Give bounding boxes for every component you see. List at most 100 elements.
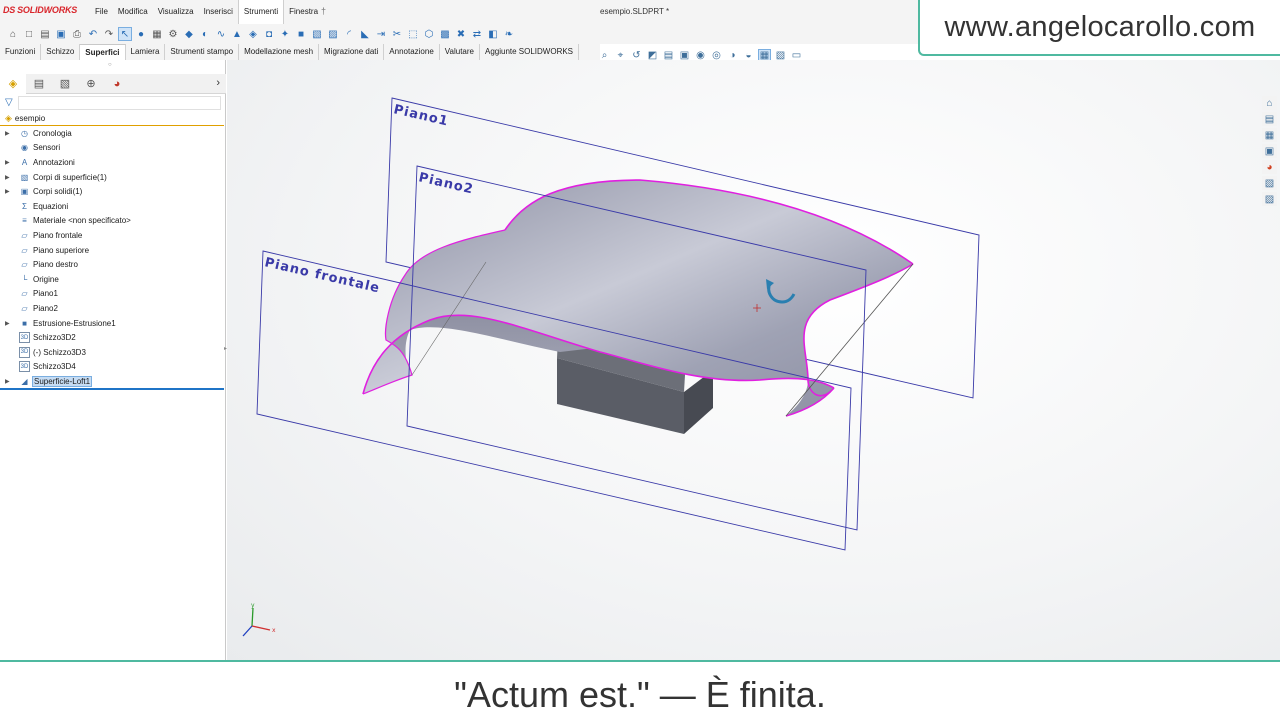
ruled-surface-icon[interactable]: ▨ (326, 27, 340, 41)
tree-item[interactable]: ≡ Materiale <non specificato> (0, 214, 224, 229)
file-properties-icon[interactable]: ▦ (150, 27, 164, 41)
tree-item[interactable]: ▱ Piano destro (0, 257, 224, 272)
tree-item-label: Corpi di superficie(1) (33, 172, 107, 182)
pin-icon[interactable]: † (321, 6, 331, 16)
tab-migrazione-dati[interactable]: Migrazione dati (319, 44, 385, 60)
knit-surface-icon[interactable]: ⬡ (422, 27, 436, 41)
freeform-icon[interactable]: ✦ (278, 27, 292, 41)
delete-face-icon[interactable]: ✖ (454, 27, 468, 41)
menu-strumenti[interactable]: Strumenti (237, 0, 285, 24)
design-library-icon[interactable]: ▤ (1262, 112, 1277, 126)
tab-schizzo[interactable]: Schizzo (41, 44, 81, 60)
solidworks-logo[interactable]: DS SOLIDWORKS (3, 5, 77, 15)
rollback-bar[interactable] (0, 388, 224, 390)
expand-arrow-icon[interactable]: ▶ (5, 174, 13, 181)
revolved-surface-icon[interactable]: ◐ (198, 27, 212, 41)
filter-input[interactable] (18, 96, 221, 110)
tab-aggiunte-solidworks[interactable]: Aggiunte SOLIDWORKS (480, 44, 580, 60)
print-icon[interactable]: ⎙ (70, 27, 84, 41)
expand-arrow-icon[interactable]: ▶ (5, 130, 13, 137)
tab-valutare[interactable]: Valutare (440, 44, 480, 60)
untrim-surface-icon[interactable]: ⬚ (406, 27, 420, 41)
tree-item[interactable]: 3D Schizzo3D2 (0, 330, 224, 345)
select-icon[interactable]: ↖ (118, 27, 132, 41)
expand-arrow-icon[interactable]: ▶ (5, 320, 13, 327)
extend-surface-icon[interactable]: ⇥ (374, 27, 388, 41)
tree-item[interactable]: ▶ ■ Estrusione-Estrusione1 (0, 316, 224, 331)
custom-properties-icon[interactable]: ▧ (1262, 176, 1277, 190)
redo-icon[interactable]: ↷ (102, 27, 116, 41)
feature-manager-tab-icon[interactable]: ◈ (0, 73, 26, 94)
swept-surface-icon[interactable]: ∿ (214, 27, 228, 41)
tab-lamiera[interactable]: Lamiera (126, 44, 166, 60)
thicken-icon[interactable]: ▩ (438, 27, 452, 41)
options-icon[interactable]: ⚙ (166, 27, 180, 41)
dimxpert-tab-icon[interactable]: ⊕ (78, 74, 104, 94)
display-manager-tab-icon[interactable]: ◕ (104, 74, 130, 94)
appearances-icon[interactable]: ◕ (1262, 160, 1277, 174)
panel-grip-icon[interactable]: ○ (108, 62, 112, 68)
tree-item[interactable]: ▶ ▧ Corpi di superficie(1) (0, 170, 224, 185)
tab-strumenti-stampo[interactable]: Strumenti stampo (165, 44, 240, 60)
tree-item[interactable]: ▱ Piano frontale (0, 228, 224, 243)
tree-item[interactable]: ▱ Piano2 (0, 301, 224, 316)
curves-icon[interactable]: ❧ (502, 27, 516, 41)
surface-bodies-icon: ▧ (20, 172, 29, 182)
extruded-surface-icon[interactable]: ◆ (182, 27, 196, 41)
expand-arrow-icon[interactable]: ▶ (5, 378, 13, 385)
chevron-right-icon[interactable]: › (216, 77, 220, 89)
menu-file[interactable]: File (90, 0, 113, 24)
main-menu: File Modifica Visualizza Inserisci Strumenti… (90, 0, 323, 24)
offset-surface-icon[interactable]: ▧ (310, 27, 324, 41)
tab-annotazione[interactable]: Annotazione (384, 44, 440, 60)
model-scene[interactable]: Piano1 Piano2 Piano frontale y x (227, 60, 1280, 662)
tab-funzioni[interactable]: Funzioni (0, 44, 42, 60)
property-manager-tab-icon[interactable]: ▤ (26, 74, 52, 94)
menu-finestra[interactable]: Finestra (284, 0, 323, 24)
plane-label-piano1: Piano1 (392, 102, 450, 129)
annotation-icon: A (21, 157, 28, 167)
new-document-icon[interactable]: □ (22, 27, 36, 41)
expand-arrow-icon[interactable]: ▶ (5, 188, 13, 195)
forum-icon[interactable]: ▨ (1262, 192, 1277, 206)
tree-item[interactable]: ▶ A Annotazioni (0, 155, 224, 170)
tab-modellazione-mesh[interactable]: Modellazione mesh (239, 44, 320, 60)
fillet-icon[interactable]: ◜ (342, 27, 356, 41)
expand-arrow-icon[interactable]: ▶ (5, 159, 13, 166)
tab-superfici[interactable]: Superfici (80, 44, 126, 60)
graphics-area[interactable]: Piano1 Piano2 Piano frontale y x (227, 60, 1280, 662)
open-icon[interactable]: ▤ (38, 27, 52, 41)
configuration-manager-tab-icon[interactable]: ▧ (52, 74, 78, 94)
replace-face-icon[interactable]: ⇄ (470, 27, 484, 41)
lofted-surface-icon[interactable]: ▲ (230, 27, 244, 41)
home-icon[interactable]: ⌂ (6, 27, 20, 41)
tree-item[interactable]: 3D (-) Schizzo3D3 (0, 345, 224, 360)
material-icon: ≡ (22, 216, 27, 226)
tree-item[interactable]: ◉ Sensori (0, 141, 224, 156)
menu-inserisci[interactable]: Inserisci (199, 0, 238, 24)
solidworks-resources-icon[interactable]: ⌂ (1262, 96, 1277, 110)
reference-geometry-icon[interactable]: ◧ (486, 27, 500, 41)
tree-item[interactable]: ▱ Piano superiore (0, 243, 224, 258)
standard-toolbar: ⌂ □ ▤ ▣ ⎙ ↶ ↷ ↖ ● ▦ ⚙ ◆ ◐ ∿ ▲ ◈ ◘ ✦ ■ ▧ … (0, 24, 920, 44)
tree-item[interactable]: └ Origine (0, 272, 224, 287)
tree-item[interactable]: Σ Equazioni (0, 199, 224, 214)
tree-item[interactable]: ▱ Piano1 (0, 287, 224, 302)
tree-item[interactable]: 3D Schizzo3D4 (0, 360, 224, 375)
trim-surface-icon[interactable]: ✂ (390, 27, 404, 41)
planar-surface-icon[interactable]: ■ (294, 27, 308, 41)
undo-icon[interactable]: ↶ (86, 27, 100, 41)
file-explorer-icon[interactable]: ▦ (1262, 128, 1277, 142)
save-icon[interactable]: ▣ (54, 27, 68, 41)
menu-visualizza[interactable]: Visualizza (153, 0, 199, 24)
tree-item[interactable]: ▶ ▣ Corpi solidi(1) (0, 184, 224, 199)
view-palette-icon[interactable]: ▣ (1262, 144, 1277, 158)
boundary-surface-icon[interactable]: ◈ (246, 27, 260, 41)
rebuild-icon[interactable]: ● (134, 27, 148, 41)
chamfer-icon[interactable]: ◣ (358, 27, 372, 41)
tree-item[interactable]: ▶ ◢ Superficie-Loft1 (0, 374, 224, 389)
tree-item[interactable]: ▶ ◷ Cronologia (0, 126, 224, 141)
menu-modifica[interactable]: Modifica (113, 0, 153, 24)
filled-surface-icon[interactable]: ◘ (262, 27, 276, 41)
tree-root[interactable]: ◈ esempio (0, 112, 224, 126)
